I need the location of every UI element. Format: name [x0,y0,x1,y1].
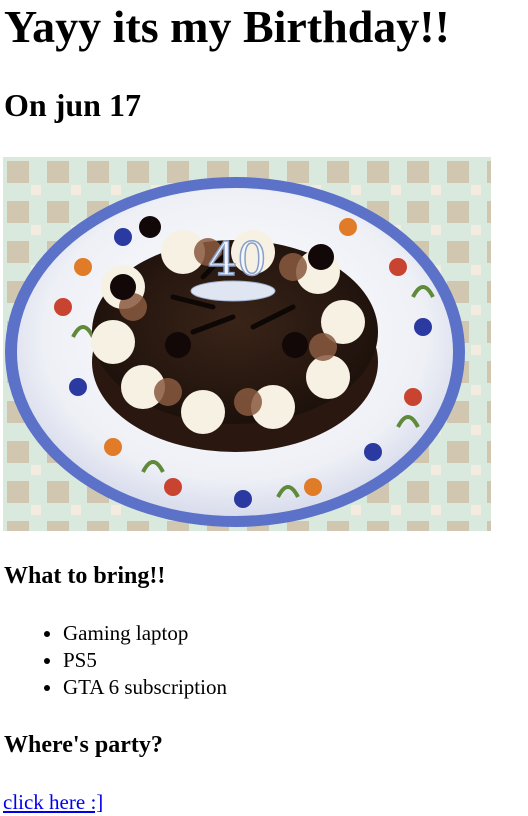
party-location-link[interactable]: click here :] [3,788,103,816]
what-to-bring-heading: What to bring!! [4,563,166,589]
list-item: Gaming laptop [63,620,227,647]
cake-photo: 40 [3,157,491,531]
bring-list: Gaming laptop PS5 GTA 6 subscription [0,620,227,701]
cake-topper-text: 40 [208,232,267,286]
where-party-heading: Where's party? [4,732,163,758]
list-item: PS5 [63,647,227,674]
list-item: GTA 6 subscription [63,674,227,701]
cake-illustration: 40 [3,157,491,531]
party-date: On jun 17 [4,87,141,123]
page-title: Yayy its my Birthday!! [4,1,450,52]
